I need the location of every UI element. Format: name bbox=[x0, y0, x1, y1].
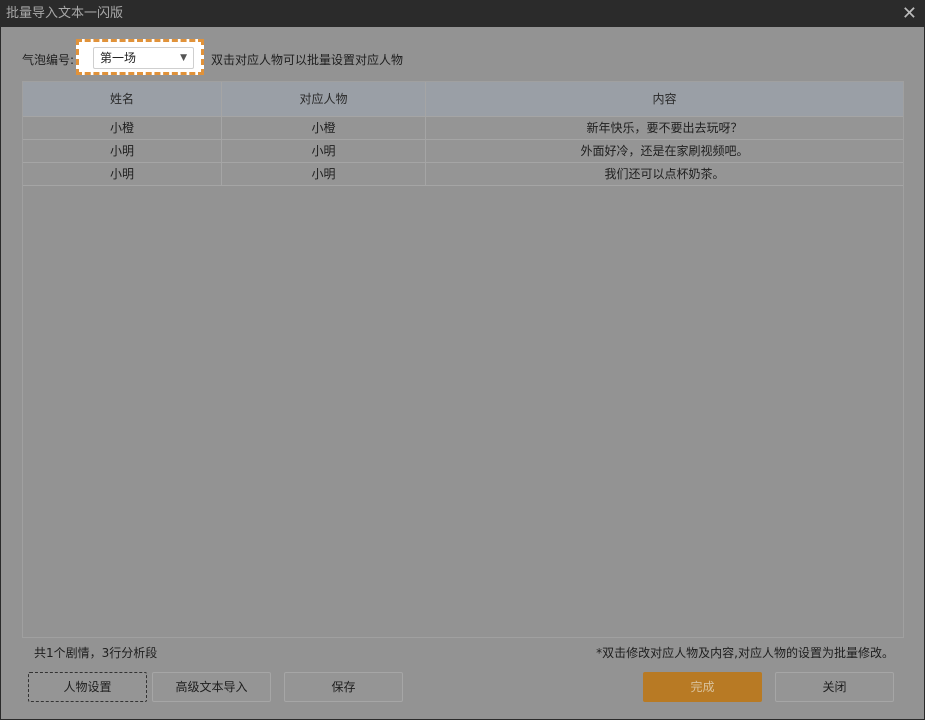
table-row[interactable]: 小明 小明 外面好冷，还是在家刷视频吧。 bbox=[23, 140, 903, 163]
table-row[interactable]: 小明 小明 我们还可以点杯奶茶。 bbox=[23, 163, 903, 186]
summary-text: 共1个剧情，3行分析段 bbox=[34, 646, 158, 660]
advanced-import-button[interactable]: 高级文本导入 bbox=[152, 672, 271, 702]
table-header: 姓名 对应人物 内容 bbox=[23, 82, 903, 117]
header-content[interactable]: 内容 bbox=[426, 82, 903, 116]
cell-name: 小橙 bbox=[23, 117, 222, 139]
chevron-down-icon: ▼ bbox=[180, 53, 187, 63]
dialog-body: 气泡编号: 第一场 ▼ 双击对应人物可以批量设置对应人物 姓名 对应人物 内容 … bbox=[1, 27, 924, 719]
cell-character[interactable]: 小明 bbox=[222, 163, 426, 185]
header-name[interactable]: 姓名 bbox=[23, 82, 222, 116]
character-settings-button[interactable]: 人物设置 bbox=[28, 672, 147, 702]
note-text: *双击修改对应人物及内容,对应人物的设置为批量修改。 bbox=[596, 646, 894, 660]
cell-character[interactable]: 小橙 bbox=[222, 117, 426, 139]
done-button[interactable]: 完成 bbox=[643, 672, 762, 702]
cell-content[interactable]: 外面好冷，还是在家刷视频吧。 bbox=[426, 140, 903, 162]
highlight-box: 第一场 ▼ bbox=[76, 39, 204, 75]
bubble-number-label: 气泡编号: bbox=[22, 53, 75, 67]
table-row[interactable]: 小橙 小橙 新年快乐，要不要出去玩呀？ bbox=[23, 117, 903, 140]
save-button[interactable]: 保存 bbox=[284, 672, 403, 702]
cell-name: 小明 bbox=[23, 140, 222, 162]
cell-content[interactable]: 我们还可以点杯奶茶。 bbox=[426, 163, 903, 185]
cell-character[interactable]: 小明 bbox=[222, 140, 426, 162]
cell-content[interactable]: 新年快乐，要不要出去玩呀？ bbox=[426, 117, 903, 139]
close-icon[interactable]: ✕ bbox=[902, 0, 917, 27]
scene-select-value: 第一场 bbox=[100, 51, 137, 65]
dialogue-table: 姓名 对应人物 内容 小橙 小橙 新年快乐，要不要出去玩呀？ 小明 小明 外面好… bbox=[22, 81, 904, 638]
window-title: 批量导入文本一闪版 bbox=[6, 6, 124, 21]
header-character[interactable]: 对应人物 bbox=[222, 82, 426, 116]
title-bar: 批量导入文本一闪版 ✕ bbox=[0, 0, 925, 27]
scene-select[interactable]: 第一场 ▼ bbox=[93, 47, 194, 69]
close-button[interactable]: 关闭 bbox=[775, 672, 894, 702]
hint-text: 双击对应人物可以批量设置对应人物 bbox=[211, 53, 404, 67]
cell-name: 小明 bbox=[23, 163, 222, 185]
